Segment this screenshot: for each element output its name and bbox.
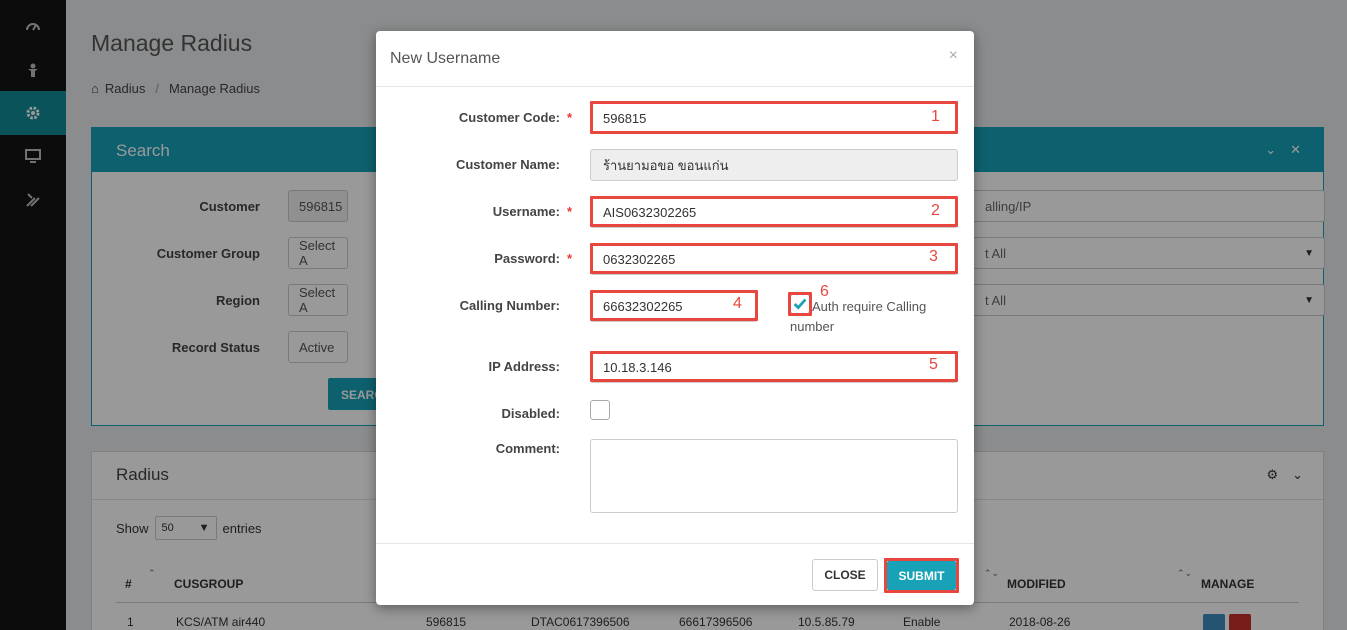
password-label: Password: bbox=[494, 251, 560, 266]
username-input[interactable]: AIS0632302265 bbox=[590, 196, 958, 228]
comment-textarea[interactable] bbox=[590, 439, 958, 513]
submit-button[interactable]: SUBMIT bbox=[887, 561, 956, 590]
username-label: Username: bbox=[492, 204, 560, 219]
annotation-number: 1 bbox=[931, 108, 940, 125]
disabled-checkbox[interactable] bbox=[590, 400, 610, 420]
annotation-number: 2 bbox=[931, 202, 940, 219]
customer-code-input[interactable]: 596815 bbox=[590, 102, 958, 134]
disabled-row: Disabled: bbox=[376, 397, 560, 421]
auth-calling-label: Auth require Calling number bbox=[790, 299, 927, 334]
calling-number-label: Calling Number: bbox=[459, 298, 560, 313]
required-marker: * bbox=[567, 204, 573, 219]
annotation-number: 5 bbox=[929, 356, 938, 373]
ip-address-label: IP Address: bbox=[488, 359, 560, 374]
calling-number-row: Calling Number: bbox=[376, 289, 560, 313]
comment-row: Comment: bbox=[376, 439, 560, 456]
username-row: Username: bbox=[376, 195, 560, 219]
ip-address-row: IP Address: bbox=[376, 350, 560, 374]
comment-label: Comment: bbox=[495, 441, 560, 456]
disabled-label: Disabled: bbox=[501, 406, 560, 421]
required-marker: * bbox=[567, 110, 573, 125]
customer-code-row: Customer Code: bbox=[376, 101, 560, 125]
modal-footer bbox=[376, 543, 974, 605]
close-icon[interactable]: × bbox=[949, 47, 958, 65]
modal-header: New Username × bbox=[376, 31, 974, 87]
customer-name-label: Customer Name: bbox=[455, 157, 560, 172]
modal-title: New Username bbox=[390, 50, 501, 67]
ip-address-input[interactable]: 10.18.3.146 bbox=[590, 351, 958, 383]
close-button[interactable]: CLOSE bbox=[812, 559, 878, 591]
required-marker: * bbox=[567, 251, 573, 266]
password-row: Password: bbox=[376, 242, 560, 266]
annotation-number: 4 bbox=[733, 295, 742, 312]
customer-name-row: Customer Name: bbox=[376, 148, 560, 172]
annotation-number: 3 bbox=[929, 248, 938, 265]
new-username-modal: New Username × Customer Code: * 596815 1… bbox=[376, 31, 974, 605]
customer-code-label: Customer Code: bbox=[458, 110, 560, 125]
password-input[interactable]: 0632302265 bbox=[590, 243, 958, 275]
customer-name-input: ร้านยามอขอ ขอนแก่น bbox=[590, 149, 958, 181]
